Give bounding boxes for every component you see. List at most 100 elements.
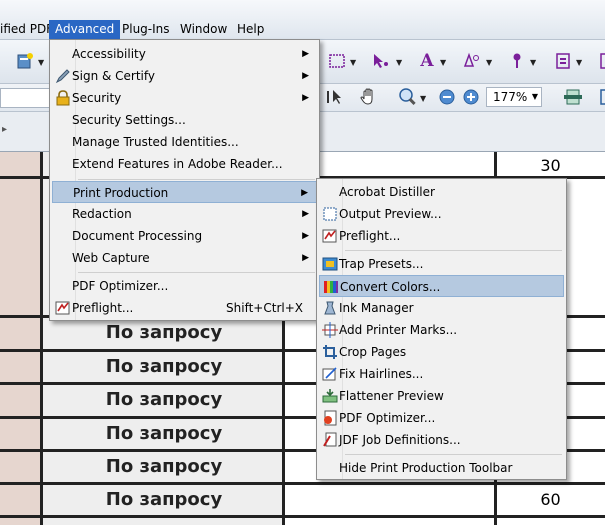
menu-item-manage-trusted-identities[interactable]: Manage Trusted Identities... xyxy=(52,131,317,153)
rectangle-tool-icon[interactable] xyxy=(326,50,348,72)
menu-item-flattener-preview[interactable]: Flattener Preview xyxy=(319,385,564,407)
jdf-icon xyxy=(322,432,338,448)
table-cell-text: По запросу xyxy=(105,356,223,377)
menu-item-label: Output Preview... xyxy=(339,207,442,221)
zoom-out-icon[interactable] xyxy=(436,86,458,108)
menu-item-preflight[interactable]: Preflight... xyxy=(319,225,564,247)
menu-item-label: Add Printer Marks... xyxy=(339,323,458,337)
output-preview-icon xyxy=(322,206,338,222)
menu-item-label: Acrobat Distiller xyxy=(339,185,435,199)
menu-item-fix-hairlines[interactable]: Fix Hairlines... xyxy=(319,363,564,385)
flattener-icon xyxy=(322,388,338,404)
submenu-arrow-icon: ▶ xyxy=(302,71,309,81)
menu-item-shortcut: Shift+Ctrl+X xyxy=(226,301,303,315)
preflight-icon xyxy=(322,228,338,244)
submenu-arrow-icon: ▶ xyxy=(302,231,309,241)
menu-item-acrobat-distiller[interactable]: Acrobat Distiller xyxy=(319,181,564,203)
menu-item-extend-features[interactable]: Extend Features in Adobe Reader... xyxy=(52,153,317,175)
menu-item-add-printer-marks[interactable]: Add Printer Marks... xyxy=(319,319,564,341)
chevron-down-icon[interactable]: ▼ xyxy=(532,88,538,106)
text-tool-icon[interactable]: A xyxy=(416,50,438,72)
chevron-down-icon[interactable]: ▼ xyxy=(350,58,356,67)
menu-item-accessibility[interactable]: Accessibility ▶ xyxy=(52,43,317,65)
table-cell-text: По запросу xyxy=(105,322,223,343)
zoom-tool-icon[interactable] xyxy=(396,86,418,108)
document-column-pink xyxy=(0,152,40,525)
table-row-divider xyxy=(0,482,605,485)
menu-item-label: Web Capture xyxy=(72,251,150,265)
chevron-down-icon[interactable]: ▼ xyxy=(576,58,582,67)
menu-separator xyxy=(345,250,562,251)
menubar-item-window[interactable]: Window xyxy=(174,20,233,39)
menu-separator xyxy=(345,454,562,455)
menu-item-preflight[interactable]: Preflight... Shift+Ctrl+X xyxy=(52,297,317,319)
menu-item-pdf-optimizer[interactable]: PDF Optimizer... xyxy=(52,275,317,297)
menu-item-document-processing[interactable]: Document Processing ▶ xyxy=(52,225,317,247)
menu-item-ink-manager[interactable]: Ink Manager xyxy=(319,297,564,319)
menu-item-label: Security xyxy=(72,91,122,105)
pen-icon xyxy=(55,68,71,84)
navigation-arrow-icon[interactable]: ▸ xyxy=(2,124,7,135)
menu-item-security-settings[interactable]: Security Settings... xyxy=(52,109,317,131)
menubar-item-plug-ins[interactable]: Plug-Ins xyxy=(116,20,176,39)
chevron-down-icon[interactable]: ▼ xyxy=(38,58,44,67)
zoom-level-field[interactable]: 177% ▼ xyxy=(486,87,542,107)
chevron-down-icon[interactable]: ▼ xyxy=(396,58,402,67)
menu-item-label: Flattener Preview xyxy=(339,389,444,403)
menu-item-label: PDF Optimizer... xyxy=(72,279,169,293)
submenu-arrow-icon: ▶ xyxy=(302,209,309,219)
menu-item-jdf-job-definitions[interactable]: JDF Job Definitions... xyxy=(319,429,564,451)
pdf-optimizer-icon xyxy=(322,410,338,426)
table-cell-text: По запросу xyxy=(105,456,223,477)
menu-item-print-production[interactable]: Print Production ▶ xyxy=(52,181,317,203)
submenu-arrow-icon: ▶ xyxy=(302,253,309,263)
fit-page-icon[interactable] xyxy=(594,86,605,108)
menu-item-label: Manage Trusted Identities... xyxy=(72,135,239,149)
menu-item-output-preview[interactable]: Output Preview... xyxy=(319,203,564,225)
stamp-tool-icon[interactable] xyxy=(460,50,482,72)
menu-item-hide-print-production-toolbar[interactable]: Hide Print Production Toolbar xyxy=(319,457,564,479)
menu-item-crop-pages[interactable]: Crop Pages xyxy=(319,341,564,363)
menu-item-convert-colors[interactable]: Convert Colors... xyxy=(319,275,564,297)
menu-item-label: Document Processing xyxy=(72,229,203,243)
print-production-submenu: Acrobat Distiller Output Preview... Pref… xyxy=(316,178,567,480)
table-cell-text: По запросу xyxy=(105,489,223,510)
menu-item-label: Convert Colors... xyxy=(340,280,441,294)
menu-item-label: Trap Presets... xyxy=(339,257,424,271)
fit-width-icon[interactable] xyxy=(562,86,584,108)
menubar-item-advanced[interactable]: Advanced xyxy=(49,20,121,39)
table-row-divider xyxy=(0,515,605,518)
pushpin-icon[interactable] xyxy=(506,50,528,72)
advanced-menu: Accessibility ▶ Sign & Certify ▶ Securit… xyxy=(49,39,320,321)
menubar-item-help[interactable]: Help xyxy=(231,20,270,39)
menu-item-label: Security Settings... xyxy=(72,113,186,127)
menu-item-redaction[interactable]: Redaction ▶ xyxy=(52,203,317,225)
zoom-in-icon[interactable] xyxy=(460,86,482,108)
toolbar-overflow-icon[interactable] xyxy=(594,50,605,72)
menu-item-pdf-optimizer[interactable]: PDF Optimizer... xyxy=(319,407,564,429)
menu-item-security[interactable]: Security ▶ xyxy=(52,87,317,109)
chevron-down-icon[interactable]: ▼ xyxy=(420,94,426,103)
form-tool-icon[interactable] xyxy=(552,50,574,72)
printer-marks-icon xyxy=(322,322,338,338)
chevron-down-icon[interactable]: ▼ xyxy=(440,58,446,67)
table-cell-number: 60 xyxy=(540,490,561,509)
table-cell-number: 30 xyxy=(540,156,561,175)
lock-icon xyxy=(55,90,71,106)
menu-bar: ified PDF Advanced Plug-Ins Window Help xyxy=(0,0,605,40)
table-divider xyxy=(40,152,43,525)
table-cell-text: По запросу xyxy=(105,389,223,410)
chevron-down-icon[interactable]: ▼ xyxy=(486,58,492,67)
menu-item-label: Sign & Certify xyxy=(72,69,156,83)
select-arrow-icon[interactable] xyxy=(370,50,392,72)
select-text-icon[interactable] xyxy=(324,86,346,108)
hand-tool-icon[interactable] xyxy=(358,86,380,108)
zoom-level-value: 177% xyxy=(493,90,528,104)
menu-item-web-capture[interactable]: Web Capture ▶ xyxy=(52,247,317,269)
chevron-down-icon[interactable]: ▼ xyxy=(530,58,536,67)
new-document-icon[interactable] xyxy=(14,50,36,72)
menu-item-label: Accessibility xyxy=(72,47,146,61)
menu-item-label: Preflight... xyxy=(339,229,401,243)
menu-item-sign-certify[interactable]: Sign & Certify ▶ xyxy=(52,65,317,87)
menu-item-trap-presets[interactable]: Trap Presets... xyxy=(319,253,564,275)
